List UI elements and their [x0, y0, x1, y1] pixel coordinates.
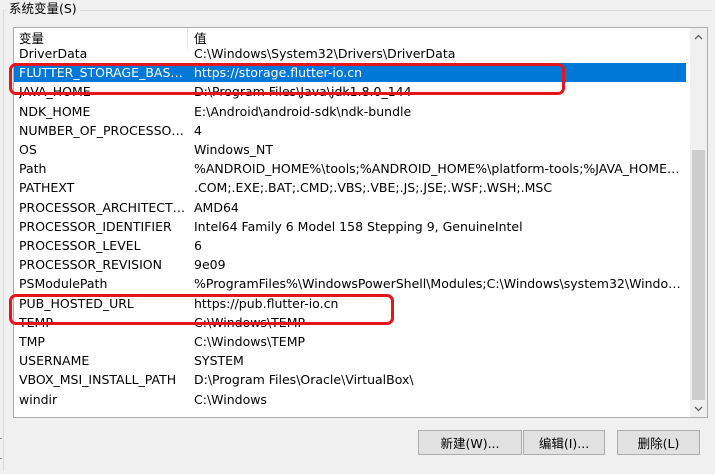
variable-name: PROCESSOR_REVISION — [19, 257, 162, 273]
variable-name: NUMBER_OF_PROCESSORS — [19, 122, 187, 138]
variable-value: Intel64 Family 6 Model 158 Stepping 9, G… — [194, 218, 523, 234]
variable-name: PROCESSOR_LEVEL — [19, 238, 141, 253]
variable-name: windir — [19, 391, 58, 407]
table-row[interactable]: TMP C:\Windows\TEMP — [14, 332, 686, 351]
variable-name: PROCESSOR_IDENTIFIER — [19, 218, 172, 234]
variable-value: %ANDROID_HOME%\tools;%ANDROID_HOME%\plat… — [194, 161, 684, 177]
scrollbar-thumb[interactable] — [692, 150, 705, 400]
variable-value: Windows_NT — [194, 142, 274, 157]
table-row[interactable]: OS Windows_NT — [14, 140, 686, 159]
table-row[interactable]: PATHEXT .COM;.EXE;.BAT;.CMD;.VBS;.VBE;.JS… — [14, 178, 686, 197]
table-row[interactable]: windir C:\Windows — [14, 390, 686, 409]
variable-name: DriverData — [19, 46, 88, 61]
table-row[interactable]: Path %ANDROID_HOME%\tools;%ANDROID_HOME%\… — [14, 159, 686, 178]
edge-mark — [0, 438, 2, 439]
table-row[interactable]: PROCESSOR_ARCHITECTURE AMD64 — [14, 198, 686, 217]
variable-value: .COM;.EXE;.BAT;.CMD;.VBS;.VBE;.JS;.JSE;.… — [194, 180, 553, 196]
variable-name: TMP — [19, 334, 45, 349]
variable-value: SYSTEM — [194, 353, 244, 369]
chevron-down-icon[interactable] — [690, 400, 707, 417]
variable-name: PUB_HOSTED_URL — [19, 295, 134, 311]
variable-name: JAVA_HOME — [19, 84, 91, 100]
variable-value: C:\Windows\TEMP — [194, 314, 306, 330]
variable-value: E:\Android\android-sdk\ndk-bundle — [194, 103, 412, 119]
variable-value: 6 — [194, 238, 202, 253]
variable-value: D:\Program Files\Java\jdk1.8.0_144 — [194, 84, 412, 100]
variable-name: TEMP — [19, 314, 53, 330]
table-row[interactable]: DriverData C:\Windows\System32\Drivers\Dr… — [14, 44, 686, 63]
table-row[interactable]: FLUTTER_STORAGE_BASE_... https://storage.… — [14, 63, 686, 83]
edge-mark — [0, 458, 2, 459]
table-row[interactable]: PROCESSOR_REVISION 9e09 — [14, 255, 686, 274]
table-row[interactable]: PROCESSOR_LEVEL 6 — [14, 236, 686, 255]
variable-value: %ProgramFiles%\WindowsPowerShell\Modules… — [194, 276, 684, 292]
table-row[interactable]: PSModulePath %ProgramFiles%\WindowsPowerS… — [14, 274, 686, 293]
variable-value: https://storage.flutter-io.cn — [194, 65, 363, 81]
table-row[interactable]: PROCESSOR_IDENTIFIER Intel64 Family 6 Mod… — [14, 217, 686, 236]
delete-button[interactable]: 删除(L) — [617, 430, 700, 455]
table-row[interactable]: PUB_HOSTED_URL https://pub.flutter-io.cn — [14, 294, 686, 313]
table-row[interactable]: USERNAME SYSTEM — [14, 351, 686, 370]
table-row[interactable]: VBOX_MSI_INSTALL_PATH D:\Program Files\Or… — [14, 370, 686, 389]
new-button[interactable]: 新建(W)... — [418, 430, 522, 455]
vertical-scrollbar[interactable] — [690, 28, 707, 417]
variable-name: USERNAME — [19, 353, 90, 369]
variable-value: C:\Windows\TEMP — [194, 334, 306, 349]
variable-name: VBOX_MSI_INSTALL_PATH — [19, 372, 177, 388]
variable-name: PSModulePath — [19, 276, 108, 292]
variable-name: PROCESSOR_ARCHITECTURE — [19, 199, 187, 215]
table-row[interactable]: JAVA_HOME D:\Program Files\Java\jdk1.8.0_… — [14, 82, 686, 101]
variable-value: C:\Windows — [194, 391, 267, 407]
chevron-up-icon[interactable] — [690, 28, 707, 45]
table-row[interactable]: NUMBER_OF_PROCESSORS 4 — [14, 121, 686, 140]
table-row[interactable]: TEMP C:\Windows\TEMP — [14, 313, 686, 332]
variable-name: OS — [19, 142, 37, 157]
variable-name: PATHEXT — [19, 180, 75, 196]
edit-button[interactable]: 编辑(I)... — [523, 430, 605, 455]
system-variables-list[interactable]: 变量 值 DriverData C:\Windows\System32\Drive… — [13, 27, 708, 418]
variable-value: C:\Windows\System32\Drivers\DriverData — [194, 46, 456, 61]
variable-value: D:\Program Files\Oracle\VirtualBox\ — [194, 372, 414, 388]
variable-value: 4 — [194, 122, 202, 138]
table-row[interactable]: NDK_HOME E:\Android\android-sdk\ndk-bundl… — [14, 102, 686, 121]
variable-name: Path — [19, 161, 47, 177]
variable-name: NDK_HOME — [19, 103, 91, 119]
group-title: 系统变量(S) — [6, 1, 80, 17]
variable-value: https://pub.flutter-io.cn — [194, 295, 339, 311]
variable-value: AMD64 — [194, 199, 239, 215]
variable-value: 9e09 — [194, 257, 226, 273]
variable-name: FLUTTER_STORAGE_BASE_... — [19, 65, 187, 81]
